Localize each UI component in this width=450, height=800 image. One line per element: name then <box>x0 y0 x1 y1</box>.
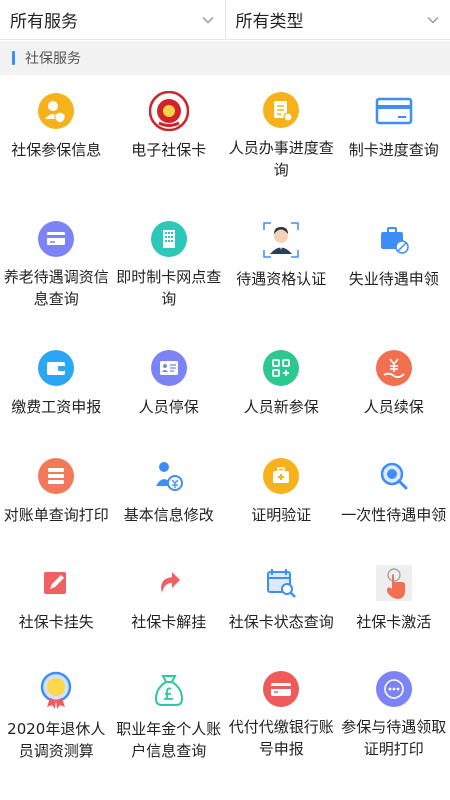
bank-card-icon <box>261 670 301 708</box>
service-item[interactable]: 一次性待遇申领 <box>338 440 450 545</box>
service-item-label: 一次性待遇申领 <box>341 506 447 524</box>
service-item[interactable]: 社保卡状态查询 <box>225 547 338 652</box>
certificate-icon <box>36 670 76 710</box>
edit-card-icon <box>36 563 76 603</box>
section-title: 社保服务 <box>25 51 81 67</box>
id-card-icon <box>149 348 189 388</box>
search-stamp-icon <box>374 456 414 496</box>
service-item-label: 基本信息修改 <box>123 506 214 524</box>
service-item-label: 电子社保卡 <box>131 141 207 159</box>
filter-bar: 所有服务 所有类型 <box>0 0 450 40</box>
person-yen-icon <box>149 456 189 496</box>
building-icon <box>149 220 189 258</box>
medical-kit-icon <box>261 456 301 496</box>
service-item-label: 人员续保 <box>363 398 424 416</box>
service-item[interactable]: 养老待遇调资信息查询 <box>0 204 113 309</box>
service-item-label: 待遇资格认证 <box>236 270 327 288</box>
service-item[interactable]: 职业年金个人账户信息查询 <box>113 654 226 760</box>
money-bag-icon <box>149 670 189 710</box>
service-item-label: 人员办事进度查询 <box>228 139 334 179</box>
service-item[interactable]: 2020年退休人员调资测算 <box>0 654 113 760</box>
service-item-label: 养老待遇调资信息查询 <box>3 268 109 308</box>
service-item[interactable]: 社保卡激活 <box>338 547 450 652</box>
type-filter-dropdown[interactable]: 所有类型 <box>224 0 450 39</box>
service-item-label: 对账单查询打印 <box>3 506 109 524</box>
section-header: 社保服务 <box>0 41 450 75</box>
card-icon <box>374 91 414 131</box>
service-item[interactable]: 制卡进度查询 <box>338 75 450 180</box>
face-auth-icon <box>261 220 301 260</box>
briefcase-icon <box>374 220 414 260</box>
service-item-label: 参保与待遇领取证明打印 <box>341 718 447 758</box>
service-item[interactable]: 待遇资格认证 <box>225 204 338 309</box>
social-security-emblem-icon <box>148 91 189 131</box>
service-item-label: 社保卡挂失 <box>18 613 94 631</box>
service-item[interactable]: 人员新参保 <box>225 332 338 437</box>
chevron-down-icon <box>202 16 213 23</box>
card-adjust-icon <box>36 220 76 258</box>
service-item[interactable]: 人员续保 <box>338 332 450 437</box>
type-filter-label: 所有类型 <box>235 12 304 32</box>
service-item[interactable]: 缴费工资申报 <box>0 332 113 437</box>
service-item-label: 缴费工资申报 <box>11 398 102 416</box>
service-item-label: 制卡进度查询 <box>348 141 439 159</box>
service-item-label: 社保参保信息 <box>11 141 102 159</box>
undo-arrow-icon <box>149 563 189 603</box>
service-filter-label: 所有服务 <box>10 12 78 32</box>
service-item[interactable]: 代付代缴银行账号申报 <box>225 654 338 759</box>
service-item[interactable]: 人员停保 <box>113 332 226 437</box>
service-item-label: 社保卡状态查询 <box>228 613 334 631</box>
calendar-search-icon <box>261 563 301 603</box>
service-item[interactable]: 人员办事进度查询 <box>225 75 338 180</box>
statement-list-icon <box>36 456 76 496</box>
service-item-label: 失业待遇申领 <box>348 270 439 288</box>
service-item-label: 人员新参保 <box>243 398 319 416</box>
service-item-label: 职业年金个人账户信息查询 <box>116 720 222 760</box>
service-item-label: 社保卡激活 <box>356 613 432 631</box>
service-grid: 社保参保信息 电子社保卡 人员办事进度查询 制卡进度查询养老待遇调资信息查询 即时制卡网… <box>0 75 450 800</box>
service-item-label: 2020年退休人员调资测算 <box>7 720 106 760</box>
user-shield-icon <box>36 91 76 131</box>
yen-hand-icon <box>374 348 414 388</box>
section-accent-bar <box>12 51 15 65</box>
service-item[interactable]: 证明验证 <box>225 440 338 545</box>
service-item-label: 社保卡解挂 <box>131 613 207 631</box>
wallet-icon <box>36 348 76 388</box>
document-progress-icon <box>261 91 301 129</box>
service-item[interactable]: 社保卡挂失 <box>0 547 113 652</box>
chevron-down-icon <box>427 16 439 23</box>
service-item[interactable]: 失业待遇申领 <box>338 204 450 309</box>
grid-add-icon <box>261 348 301 388</box>
service-item-label: 证明验证 <box>251 506 312 524</box>
service-item[interactable]: 社保卡解挂 <box>113 547 226 652</box>
more-icon <box>374 670 414 708</box>
service-filter-dropdown[interactable]: 所有服务 <box>0 0 225 39</box>
service-item[interactable]: 对账单查询打印 <box>0 440 113 545</box>
service-item[interactable]: 即时制卡网点查询 <box>113 204 226 309</box>
service-item-label: 即时制卡网点查询 <box>116 268 222 308</box>
service-item[interactable]: 电子社保卡 <box>113 75 226 180</box>
hand-touch-icon <box>374 563 414 603</box>
service-item-label: 人员停保 <box>138 398 199 416</box>
service-item[interactable]: 基本信息修改 <box>113 440 226 545</box>
service-item-label: 代付代缴银行账号申报 <box>228 718 334 758</box>
service-item[interactable]: 社保参保信息 <box>0 75 113 180</box>
service-item[interactable]: 参保与待遇领取证明打印 <box>338 654 450 759</box>
